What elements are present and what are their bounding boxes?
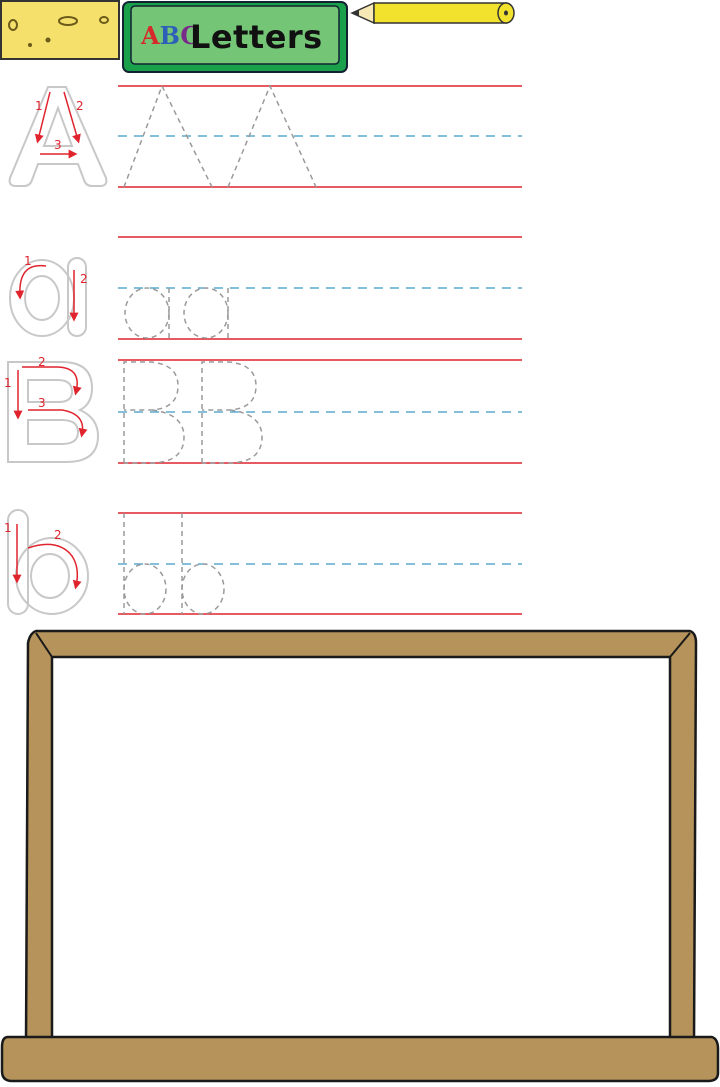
stroke-number: 1 <box>4 521 12 535</box>
tracing-worksheet: 1 2 3 1 2 2 1 3 1 2 <box>4 84 522 615</box>
row-lowercase-b: 1 2 <box>4 509 522 615</box>
stroke-number: 2 <box>38 355 46 369</box>
row-uppercase-a: 1 2 3 <box>8 84 522 188</box>
stroke-number: 1 <box>24 254 32 268</box>
trace-letter <box>124 287 170 339</box>
stroke-number: 1 <box>4 376 12 390</box>
model-letter-b-upper <box>7 361 100 463</box>
stroke-number: 2 <box>54 528 62 542</box>
model-letter-a-upper <box>8 86 108 187</box>
trace-letter <box>183 287 229 339</box>
stroke-number: 3 <box>38 396 46 410</box>
model-letter-a-lower <box>9 259 75 337</box>
whiteboard-surface[interactable] <box>50 655 672 1045</box>
whiteboard[interactable] <box>0 625 720 1087</box>
stroke-number: 3 <box>54 138 62 152</box>
stroke-number: 2 <box>80 272 88 286</box>
stroke-number: 2 <box>76 99 84 113</box>
row-lowercase-a: 1 2 <box>9 236 522 340</box>
row-uppercase-b: 2 1 3 <box>4 355 522 464</box>
stroke-number: 1 <box>35 99 43 113</box>
whiteboard-tray <box>0 1035 720 1083</box>
